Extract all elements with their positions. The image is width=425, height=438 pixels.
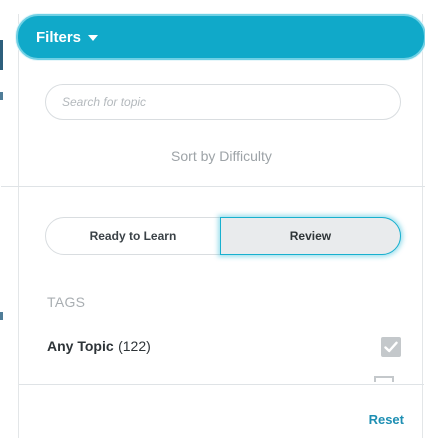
footer-divider — [19, 384, 424, 385]
tag-label: Any Topic — [47, 338, 114, 354]
reset-button[interactable]: Reset — [369, 412, 404, 427]
chevron-down-icon — [88, 35, 99, 41]
tag-checkbox[interactable] — [381, 337, 401, 357]
tag-count: (122) — [118, 338, 151, 354]
background-edge — [0, 312, 3, 320]
background-edge — [0, 92, 3, 100]
search-input[interactable] — [45, 84, 401, 120]
checkmark-icon — [384, 341, 398, 353]
tag-row-any-topic[interactable]: Any Topic (122) — [47, 337, 401, 357]
tags-heading: TAGS — [47, 294, 86, 310]
divider — [1, 186, 425, 187]
tag-checkbox-partial[interactable] — [374, 376, 394, 382]
sort-by-difficulty-link[interactable]: Sort by Difficulty — [19, 148, 424, 164]
filters-panel: Filters Sort by Difficulty Ready to Lear… — [1, 14, 425, 438]
background-edge — [0, 40, 3, 70]
learn-review-toggle: Ready to Learn Review — [45, 217, 401, 255]
ready-to-learn-button[interactable]: Ready to Learn — [46, 218, 220, 254]
review-button[interactable]: Review — [219, 217, 401, 255]
tag-label-wrapper: Any Topic (122) — [47, 338, 151, 356]
filters-title: Filters — [36, 28, 82, 46]
filters-header-button[interactable]: Filters — [16, 14, 425, 60]
